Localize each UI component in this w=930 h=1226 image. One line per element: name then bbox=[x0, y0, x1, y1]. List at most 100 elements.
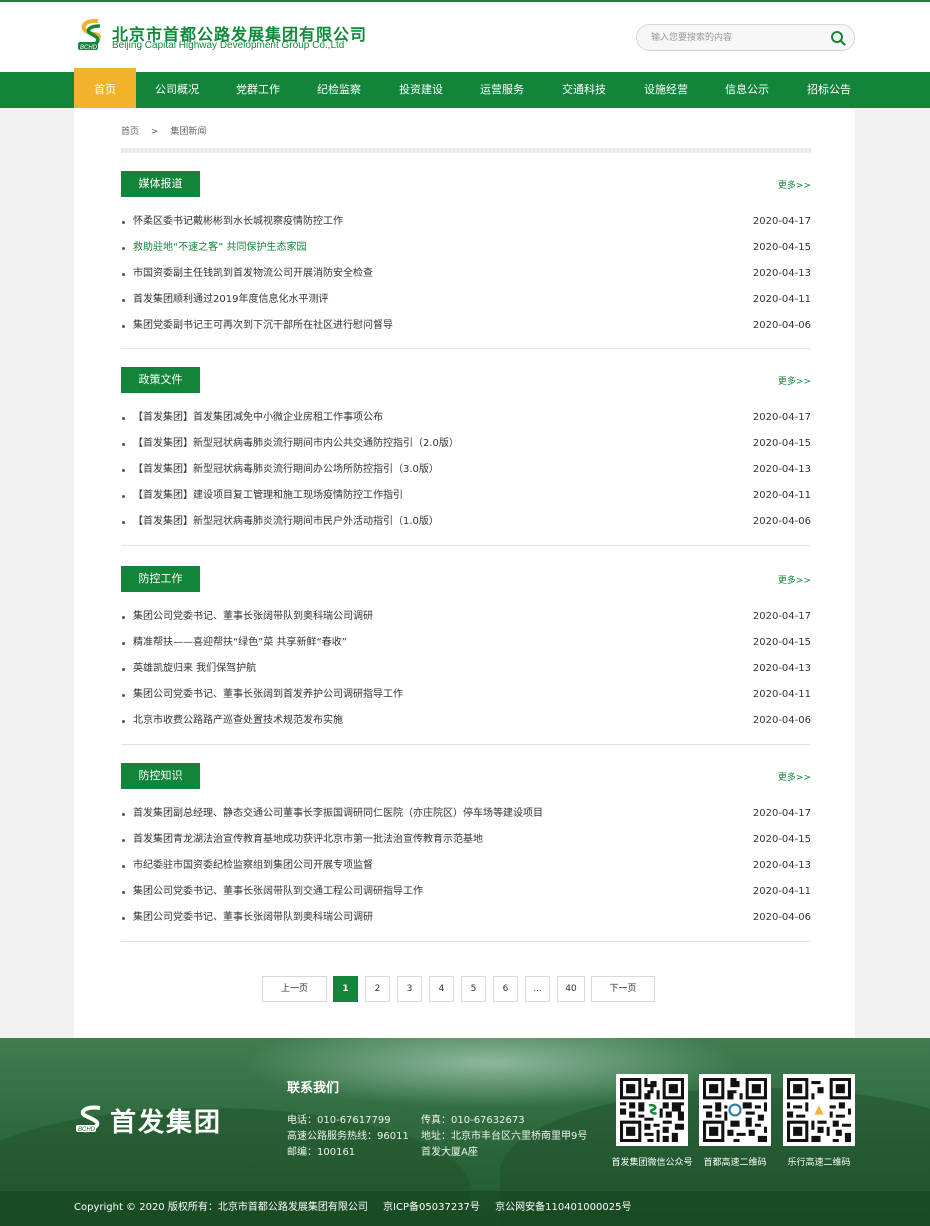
news-title[interactable]: 市国资委副主任钱凯到首发物流公司开展消防安全检查 bbox=[133, 261, 373, 287]
news-title[interactable]: 首发集团顺利通过2019年度信息化水平测评 bbox=[133, 287, 328, 313]
news-date: 2020-04-13 bbox=[752, 663, 811, 674]
qr-code-icon bbox=[703, 1078, 767, 1142]
section-title: 防控知识 bbox=[121, 763, 200, 789]
list-item[interactable]: 【首发集团】新型冠状病毒肺炎流行期间市民户外活动指引（1.0版） 2020-04-… bbox=[121, 509, 811, 535]
news-title[interactable]: 【首发集团】新型冠状病毒肺炎流行期间办公场所防控指引（3.0版） bbox=[133, 457, 439, 483]
contact-phone: 电话：010-67617799 bbox=[287, 1115, 391, 1126]
pagination: 上一页 1 2 3 4 5 6 ... 40 下一页 bbox=[74, 976, 855, 1002]
bullet bbox=[122, 642, 125, 645]
news-title[interactable]: 【首发集团】首发集团减免中小微企业房租工作事项公布 bbox=[133, 405, 383, 431]
page-button[interactable]: 2 bbox=[365, 976, 390, 1002]
list-item[interactable]: 市纪委驻市国资委纪检监察组到集团公司开展专项监督 2020-04-13 bbox=[121, 853, 811, 879]
list-item[interactable]: 【首发集团】首发集团减免中小微企业房租工作事项公布 2020-04-17 bbox=[121, 405, 811, 431]
list-item[interactable]: 市国资委副主任钱凯到首发物流公司开展消防安全检查 2020-04-13 bbox=[121, 261, 811, 287]
news-title[interactable]: 怀柔区委书记戴彬彬到水长城视察疫情防控工作 bbox=[133, 209, 343, 235]
more-link[interactable]: 更多>> bbox=[778, 178, 811, 191]
list-item[interactable]: 【首发集团】新型冠状病毒肺炎流行期间办公场所防控指引（3.0版） 2020-04-… bbox=[121, 457, 811, 483]
news-list: 怀柔区委书记戴彬彬到水长城视察疫情防控工作 2020-04-17 救助驻地“不速之… bbox=[121, 209, 811, 339]
news-date: 2020-04-17 bbox=[752, 611, 811, 622]
list-item[interactable]: 集团公司党委书记、董事长张阔带队到奥科瑞公司调研 2020-04-17 bbox=[121, 604, 811, 630]
list-item[interactable]: 首发集团顺利通过2019年度信息化水平测评 2020-04-11 bbox=[121, 287, 811, 313]
news-title[interactable]: 集团公司党委书记、董事长张阔带队到交通工程公司调研指导工作 bbox=[133, 879, 423, 905]
list-item[interactable]: 北京市收费公路路产巡查处置技术规范发布实施 2020-04-06 bbox=[121, 708, 811, 734]
search-input[interactable] bbox=[651, 29, 821, 47]
page-button[interactable]: 1 bbox=[333, 976, 358, 1002]
qr-caption: 首发集团微信公众号 bbox=[611, 1158, 693, 1168]
news-date: 2020-04-13 bbox=[752, 464, 811, 475]
news-title[interactable]: 【首发集团】新型冠状病毒肺炎流行期间市内公共交通防控指引（2.0版） bbox=[133, 431, 459, 457]
list-item[interactable]: 精准帮扶——喜迎帮扶“绿色”菜 共享新鲜“春收” 2020-04-15 bbox=[121, 630, 811, 656]
page-ellipsis: ... bbox=[525, 976, 550, 1002]
list-item[interactable]: 集团公司党委书记、董事长张阔带队到交通工程公司调研指导工作 2020-04-11 bbox=[121, 879, 811, 905]
more-link[interactable]: 更多>> bbox=[778, 374, 811, 387]
page-button[interactable]: 4 bbox=[429, 976, 454, 1002]
nav-item-discipline[interactable]: 纪检监察 bbox=[308, 72, 370, 108]
nav-item-operations[interactable]: 运营服务 bbox=[471, 72, 533, 108]
list-item[interactable]: 集团公司党委书记、董事长张阔带队到奥科瑞公司调研 2020-04-06 bbox=[121, 905, 811, 931]
news-date: 2020-04-17 bbox=[752, 216, 811, 227]
news-title[interactable]: 英雄凯旋归来 我们保驾护航 bbox=[133, 656, 256, 682]
news-title[interactable]: 首发集团青龙湖法治宣传教育基地成功获评北京市第一批法治宣传教育示范基地 bbox=[133, 827, 483, 853]
news-title[interactable]: 集团公司党委书记、董事长张阔带队到奥科瑞公司调研 bbox=[133, 604, 373, 630]
news-date: 2020-04-13 bbox=[752, 268, 811, 279]
bullet bbox=[122, 668, 125, 671]
list-item[interactable]: 首发集团青龙湖法治宣传教育基地成功获评北京市第一批法治宣传教育示范基地 2020-… bbox=[121, 827, 811, 853]
qr-code-icon bbox=[620, 1078, 684, 1142]
more-link[interactable]: 更多>> bbox=[778, 770, 811, 783]
news-title[interactable]: 【首发集团】新型冠状病毒肺炎流行期间市民户外活动指引（1.0版） bbox=[133, 509, 439, 535]
bullet bbox=[122, 813, 125, 816]
list-item[interactable]: 【首发集团】建设项目复工管理和施工现场疫情防控工作指引 2020-04-11 bbox=[121, 483, 811, 509]
list-item[interactable]: 救助驻地“不速之客” 共同保护生态家园 2020-04-15 bbox=[121, 235, 811, 261]
nav-item-home[interactable]: 首页 bbox=[74, 68, 136, 108]
qr-code-wechat bbox=[616, 1074, 688, 1146]
prev-page-button[interactable]: 上一页 bbox=[262, 976, 327, 1002]
search-icon[interactable] bbox=[830, 30, 846, 46]
police-record[interactable]: 京公网安备110401000025号 bbox=[495, 1202, 631, 1213]
list-item[interactable]: 首发集团副总经理、静态交通公司董事长李振国调研同仁医院（亦庄院区）停车场等建设项… bbox=[121, 801, 811, 827]
nav-item-technology[interactable]: 交通科技 bbox=[553, 72, 615, 108]
list-item[interactable]: 英雄凯旋归来 我们保驾护航 2020-04-13 bbox=[121, 656, 811, 682]
news-title[interactable]: 首发集团副总经理、静态交通公司董事长李振国调研同仁医院（亦庄院区）停车场等建设项… bbox=[133, 801, 543, 827]
qr-code-capital-highway bbox=[699, 1074, 771, 1146]
news-title[interactable]: 集团公司党委书记、董事长张阔带队到奥科瑞公司调研 bbox=[133, 905, 373, 931]
breadcrumb-home[interactable]: 首页 bbox=[121, 127, 139, 137]
nav-item-investment[interactable]: 投资建设 bbox=[390, 72, 452, 108]
more-link[interactable]: 更多>> bbox=[778, 573, 811, 586]
page-button[interactable]: 3 bbox=[397, 976, 422, 1002]
news-title[interactable]: 北京市收费公路路产巡查处置技术规范发布实施 bbox=[133, 708, 343, 734]
list-item[interactable]: 集团公司党委书记、董事长张阔到首发养护公司调研指导工作 2020-04-11 bbox=[121, 682, 811, 708]
page-button[interactable]: 6 bbox=[493, 976, 518, 1002]
news-title[interactable]: 集团党委副书记王可再次到下沉干部所在社区进行慰问督导 bbox=[133, 313, 393, 339]
list-item[interactable]: 怀柔区委书记戴彬彬到水长城视察疫情防控工作 2020-04-17 bbox=[121, 209, 811, 235]
svg-text:BCHD: BCHD bbox=[80, 45, 98, 51]
nav-item-party[interactable]: 党群工作 bbox=[227, 72, 289, 108]
nav-item-facilities[interactable]: 设施经营 bbox=[635, 72, 697, 108]
bullet bbox=[122, 469, 125, 472]
nav-item-tender[interactable]: 招标公告 bbox=[798, 72, 860, 108]
next-page-button[interactable]: 下一页 bbox=[591, 976, 655, 1002]
news-title[interactable]: 集团公司党委书记、董事长张阔到首发养护公司调研指导工作 bbox=[133, 682, 403, 708]
page-button[interactable]: 5 bbox=[461, 976, 486, 1002]
news-date: 2020-04-15 bbox=[752, 438, 811, 449]
contact-address-line2: 首发大厦A座 bbox=[421, 1147, 478, 1158]
news-title[interactable]: 【首发集团】建设项目复工管理和施工现场疫情防控工作指引 bbox=[133, 483, 403, 509]
news-title[interactable]: 救助驻地“不速之客” 共同保护生态家园 bbox=[133, 235, 307, 261]
news-date: 2020-04-11 bbox=[752, 886, 811, 897]
list-item[interactable]: 【首发集团】新型冠状病毒肺炎流行期间市内公共交通防控指引（2.0版） 2020-0… bbox=[121, 431, 811, 457]
news-date: 2020-04-06 bbox=[752, 320, 811, 331]
qr-caption: 乐行高速二维码 bbox=[787, 1158, 851, 1168]
icp-license[interactable]: 京ICP备05037237号 bbox=[383, 1202, 480, 1213]
section-title: 媒体报道 bbox=[121, 171, 200, 197]
bullet bbox=[122, 417, 125, 420]
section-divider bbox=[121, 348, 811, 349]
page-button[interactable]: 40 bbox=[557, 976, 585, 1002]
copyright-bar: Copyright © 2020 版权所有：北京市首都公路发展集团有限公司 京I… bbox=[0, 1190, 930, 1226]
list-item[interactable]: 集团党委副书记王可再次到下沉干部所在社区进行慰问督导 2020-04-06 bbox=[121, 313, 811, 339]
nav-item-disclosure[interactable]: 信息公示 bbox=[716, 72, 778, 108]
bullet bbox=[122, 616, 125, 619]
news-title[interactable]: 市纪委驻市国资委纪检监察组到集团公司开展专项监督 bbox=[133, 853, 373, 879]
bullet bbox=[122, 247, 125, 250]
nav-item-company[interactable]: 公司概况 bbox=[146, 72, 208, 108]
bullet bbox=[122, 273, 125, 276]
news-title[interactable]: 精准帮扶——喜迎帮扶“绿色”菜 共享新鲜“春收” bbox=[133, 630, 347, 656]
